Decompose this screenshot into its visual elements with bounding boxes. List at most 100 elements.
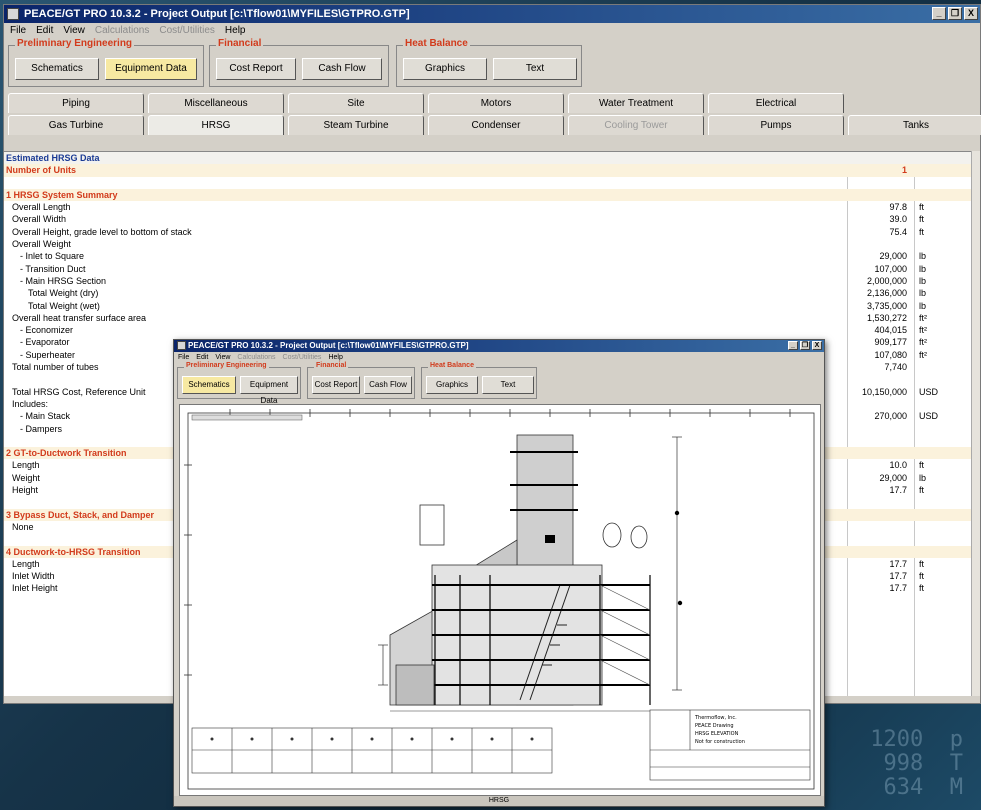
drawing-header-strip bbox=[191, 414, 303, 421]
maximize-button[interactable]: ❐ bbox=[948, 7, 962, 20]
equipment-data-button[interactable]: Equipment Data bbox=[240, 376, 298, 405]
row-label: Total number of tubes bbox=[12, 362, 99, 373]
tab-pumps[interactable]: Pumps bbox=[708, 115, 844, 135]
equipment-data-button[interactable]: Equipment Data bbox=[105, 58, 197, 80]
row-label: Overall heat transfer surface area bbox=[12, 312, 147, 323]
row-label: Total Weight (wet) bbox=[28, 300, 100, 311]
minimize-button[interactable]: _ bbox=[788, 341, 798, 350]
table-row[interactable]: - Economizer 404,015 ft² bbox=[4, 324, 976, 336]
row-label: Length bbox=[12, 558, 40, 569]
table-row[interactable]: Overall Height, grade level to bottom of… bbox=[4, 226, 976, 238]
row-value: 270,000 bbox=[874, 411, 907, 422]
row-value: 1 bbox=[901, 165, 907, 176]
group-label: Preliminary Engineering bbox=[15, 38, 135, 49]
popup-title-bar[interactable]: PEACE/GT PRO 10.3.2 - Project Output [c:… bbox=[174, 340, 824, 352]
revision-cell-marker bbox=[250, 737, 254, 741]
close-button[interactable]: X bbox=[964, 7, 978, 20]
table-row[interactable]: Overall heat transfer surface area 1,530,… bbox=[4, 312, 976, 324]
row-value: 29,000 bbox=[879, 251, 907, 262]
cash-flow-button[interactable]: Cash Flow bbox=[302, 58, 382, 80]
graphics-button[interactable]: Graphics bbox=[426, 376, 478, 394]
row-value: 107,080 bbox=[874, 349, 907, 360]
tab-gas-turbine[interactable]: Gas Turbine bbox=[8, 115, 144, 135]
row-unit: ft bbox=[919, 583, 925, 594]
tab-motors[interactable]: Motors bbox=[428, 93, 564, 113]
menu-cost-utilities[interactable]: Cost/Utilities bbox=[159, 23, 215, 39]
group-label: Financial bbox=[216, 38, 264, 49]
vertical-scrollbar[interactable] bbox=[971, 151, 980, 696]
text-button[interactable]: Text bbox=[482, 376, 534, 394]
menu-help[interactable]: Help bbox=[225, 23, 246, 39]
group-financial: Financial Cost Report Cash Flow bbox=[307, 362, 415, 399]
row-label: Inlet Width bbox=[12, 571, 55, 582]
menu-file[interactable]: File bbox=[10, 23, 26, 39]
close-button[interactable]: X bbox=[812, 341, 822, 350]
tab-piping[interactable]: Piping bbox=[8, 93, 144, 113]
row-value: 909,177 bbox=[874, 337, 907, 348]
toolbar-groups: Preliminary Engineering Schematics Equip… bbox=[4, 38, 980, 91]
row-unit: ft bbox=[919, 226, 925, 237]
cash-flow-button[interactable]: Cash Flow bbox=[364, 376, 412, 394]
table-row[interactable]: - Main HRSG Section 2,000,000 lb bbox=[4, 275, 976, 287]
group-preliminary-engineering: Preliminary Engineering Schematics Equip… bbox=[177, 362, 301, 405]
graphics-button[interactable]: Graphics bbox=[403, 58, 487, 80]
table-row[interactable]: Total Weight (wet) 3,735,000 lb bbox=[4, 300, 976, 312]
menu-calculations[interactable]: Calculations bbox=[95, 23, 149, 39]
row-unit: ft bbox=[919, 571, 925, 582]
table-row[interactable]: - Transition Duct 107,000 lb bbox=[4, 263, 976, 275]
text-button[interactable]: Text bbox=[493, 58, 577, 80]
app-icon bbox=[7, 8, 19, 20]
table-row[interactable]: Overall Width 39.0 ft bbox=[4, 213, 976, 225]
popup-menu-bar: File Edit View Calculations Cost/Utilities He… bbox=[174, 352, 824, 363]
maximize-button[interactable]: ❐ bbox=[800, 341, 810, 350]
dimension-marker bbox=[677, 600, 683, 606]
title-bar[interactable]: PEACE/GT PRO 10.3.2 - Project Output [c:… bbox=[4, 5, 980, 23]
tab-condenser[interactable]: Condenser bbox=[428, 115, 564, 135]
tab-cooling-tower[interactable]: Cooling Tower bbox=[568, 115, 704, 135]
minimize-button[interactable]: _ bbox=[932, 7, 946, 20]
row-unit: USD bbox=[919, 411, 939, 422]
group-financial: Financial Cost Report Cash Flow bbox=[209, 38, 389, 87]
group-heat-balance: Heat Balance Graphics Text bbox=[421, 362, 537, 399]
table-row[interactable]: 1 HRSG System Summary bbox=[4, 188, 976, 202]
tab-row-2: Gas Turbine HRSG Steam Turbine Condenser Coo… bbox=[4, 113, 981, 135]
table-row[interactable]: Overall Length 97.8 ft bbox=[4, 201, 976, 213]
table-row[interactable]: Estimated HRSG Data bbox=[4, 152, 976, 165]
schematics-button[interactable]: Schematics bbox=[182, 376, 236, 394]
revision-cell-marker bbox=[210, 737, 214, 741]
tab-steam-turbine[interactable]: Steam Turbine bbox=[288, 115, 424, 135]
background-numbers: 1200 p 998 T 634 M bbox=[870, 727, 963, 800]
table-row[interactable]: Number of Units 1 bbox=[4, 164, 976, 177]
row-value: 2,136,000 bbox=[866, 288, 907, 299]
tab-tanks[interactable]: Tanks bbox=[848, 115, 981, 135]
row-label: - Inlet to Square bbox=[20, 251, 85, 262]
popup-window-controls: _ ❐ X bbox=[788, 341, 822, 350]
row-label: - Main Stack bbox=[20, 411, 71, 422]
tab-water-treatment[interactable]: Water Treatment bbox=[568, 93, 704, 113]
schematics-button[interactable]: Schematics bbox=[15, 58, 99, 80]
menu-edit[interactable]: Edit bbox=[36, 23, 53, 39]
table-row[interactable]: Total Weight (dry) 2,136,000 lb bbox=[4, 287, 976, 299]
tab-miscellaneous[interactable]: Miscellaneous bbox=[148, 93, 284, 113]
tab-electrical[interactable]: Electrical bbox=[708, 93, 844, 113]
row-unit: ft bbox=[919, 214, 925, 225]
row-unit: ft bbox=[919, 485, 925, 496]
row-unit: ft² bbox=[919, 312, 927, 323]
group-label: Heat Balance bbox=[403, 38, 470, 49]
tab-site[interactable]: Site bbox=[288, 93, 424, 113]
tab-hrsg[interactable]: HRSG bbox=[148, 115, 284, 135]
popup-window-title: PEACE/GT PRO 10.3.2 - Project Output [c:… bbox=[188, 341, 469, 350]
menu-view[interactable]: View bbox=[63, 23, 85, 39]
row-label: - Dampers bbox=[20, 423, 63, 434]
row-label: Length bbox=[12, 460, 40, 471]
row-value: 10.0 bbox=[889, 460, 907, 471]
table-row[interactable]: - Inlet to Square 29,000 lb bbox=[4, 250, 976, 262]
revision-cell-marker bbox=[330, 737, 334, 741]
table-row[interactable]: Overall Weight bbox=[4, 238, 976, 250]
cost-report-button[interactable]: Cost Report bbox=[312, 376, 360, 394]
row-unit: ft² bbox=[919, 325, 927, 336]
revision-cell-marker bbox=[410, 737, 414, 741]
hrsg-schematic-canvas[interactable]: Thermoflow, Inc. PEACE Drawing HRSG ELEV… bbox=[179, 404, 821, 796]
table-row[interactable] bbox=[4, 177, 976, 189]
cost-report-button[interactable]: Cost Report bbox=[216, 58, 296, 80]
